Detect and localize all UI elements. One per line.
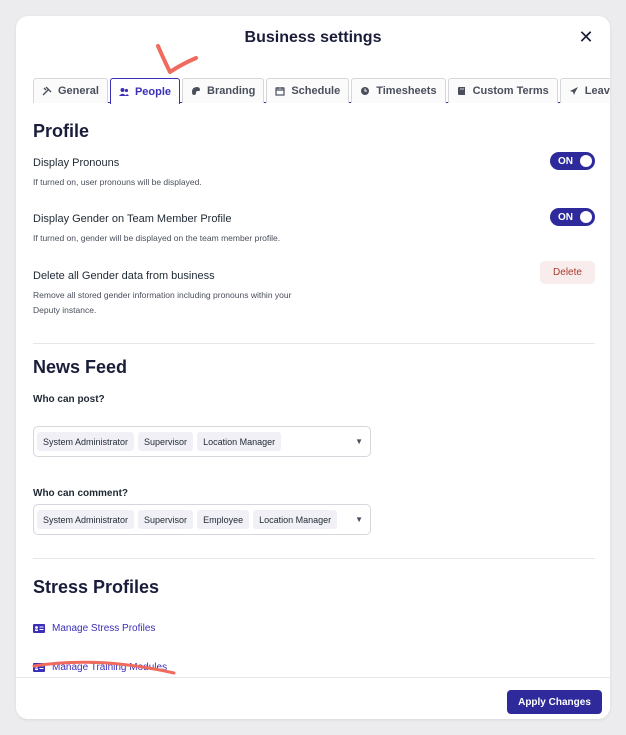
tab-label: Leave bbox=[584, 85, 610, 97]
link-label: Manage Training Modules bbox=[52, 662, 168, 673]
apply-changes-button[interactable]: Apply Changes bbox=[507, 690, 602, 714]
role-chip[interactable]: System Administrator bbox=[37, 432, 135, 451]
toggle-knob bbox=[580, 211, 592, 223]
gender-toggle[interactable]: ON bbox=[550, 208, 595, 226]
who-can-comment-label: Who can comment? bbox=[33, 488, 129, 499]
id-card-icon bbox=[33, 663, 45, 672]
tab-label: Branding bbox=[207, 85, 256, 97]
tab-people[interactable]: People bbox=[109, 78, 181, 104]
role-chip[interactable]: System Administrator bbox=[37, 510, 135, 529]
role-chip[interactable]: Supervisor bbox=[138, 510, 194, 529]
role-chip[interactable]: Location Manager bbox=[253, 510, 338, 529]
palette-icon bbox=[192, 87, 201, 95]
tab-schedule[interactable]: Schedule bbox=[266, 78, 350, 103]
profile-section-title: Profile bbox=[33, 121, 90, 141]
id-card-icon bbox=[33, 624, 45, 633]
tab-label: Custom Terms bbox=[472, 85, 549, 97]
modal-title: Business settings bbox=[244, 29, 382, 46]
role-chip[interactable]: Supervisor bbox=[138, 432, 194, 451]
tools-icon bbox=[42, 86, 52, 96]
modal-header: Business settings ✕ bbox=[16, 16, 610, 60]
delete-gender-help-line2: Deputy instance. bbox=[33, 305, 97, 315]
stress-profiles-section-title: Stress Profiles bbox=[33, 577, 160, 597]
calendar-icon bbox=[275, 87, 285, 96]
section-divider bbox=[33, 558, 595, 559]
who-can-post-select[interactable]: System Administrator Supervisor Location… bbox=[33, 426, 371, 457]
link-label: Manage Stress Profiles bbox=[52, 623, 156, 634]
toggle-state-label: ON bbox=[558, 155, 573, 167]
tab-timesheets[interactable]: Timesheets bbox=[351, 78, 446, 103]
tab-general[interactable]: General bbox=[33, 78, 108, 103]
role-chip[interactable]: Location Manager bbox=[197, 432, 282, 451]
close-icon[interactable]: ✕ bbox=[576, 27, 596, 47]
book-icon bbox=[457, 87, 465, 95]
tab-label: People bbox=[134, 85, 172, 98]
section-divider bbox=[33, 343, 595, 344]
news-feed-section-title: News Feed bbox=[33, 357, 128, 377]
people-icon bbox=[118, 87, 129, 96]
manage-training-modules-link[interactable]: Manage Training Modules bbox=[33, 662, 167, 673]
delete-gender-button[interactable]: Delete bbox=[540, 261, 595, 284]
settings-tabs: General People Branding Schedule Timeshe… bbox=[33, 78, 610, 104]
chevron-down-icon[interactable]: ▼ bbox=[355, 515, 363, 524]
modal-footer: Apply Changes bbox=[16, 677, 610, 719]
toggle-state-label: ON bbox=[558, 211, 573, 223]
business-settings-modal: Business settings ✕ General People Brand… bbox=[16, 16, 610, 719]
tab-label: General bbox=[58, 85, 99, 97]
tab-custom-terms[interactable]: Custom Terms bbox=[447, 78, 558, 103]
toggle-knob bbox=[580, 155, 592, 167]
pronouns-help: If turned on, user pronouns will be disp… bbox=[33, 177, 202, 187]
pronouns-toggle[interactable]: ON bbox=[550, 152, 595, 170]
plane-icon bbox=[569, 87, 578, 95]
pronouns-label: Display Pronouns bbox=[33, 157, 120, 169]
gender-help: If turned on, gender will be displayed o… bbox=[33, 233, 281, 243]
delete-gender-help-line1: Remove all stored gender information inc… bbox=[33, 290, 292, 300]
pronouns-setting: Display Pronouns If turned on, user pron… bbox=[33, 152, 595, 190]
who-can-post-label: Who can post? bbox=[33, 394, 105, 405]
tab-leave[interactable]: Leave bbox=[559, 78, 610, 103]
tab-branding[interactable]: Branding bbox=[182, 78, 265, 103]
tab-label: Timesheets bbox=[376, 85, 437, 97]
tab-label: Schedule bbox=[291, 85, 341, 97]
gender-label: Display Gender on Team Member Profile bbox=[33, 213, 232, 225]
delete-gender-setting: Delete all Gender data from business Rem… bbox=[33, 261, 595, 318]
manage-stress-profiles-link[interactable]: Manage Stress Profiles bbox=[33, 623, 155, 634]
who-can-comment-select[interactable]: System Administrator Supervisor Employee… bbox=[33, 504, 371, 535]
gender-setting: Display Gender on Team Member Profile If… bbox=[33, 208, 595, 246]
delete-gender-label: Delete all Gender data from business bbox=[33, 270, 215, 282]
clock-icon bbox=[361, 87, 370, 95]
chevron-down-icon[interactable]: ▼ bbox=[355, 437, 363, 446]
role-chip[interactable]: Employee bbox=[197, 510, 250, 529]
